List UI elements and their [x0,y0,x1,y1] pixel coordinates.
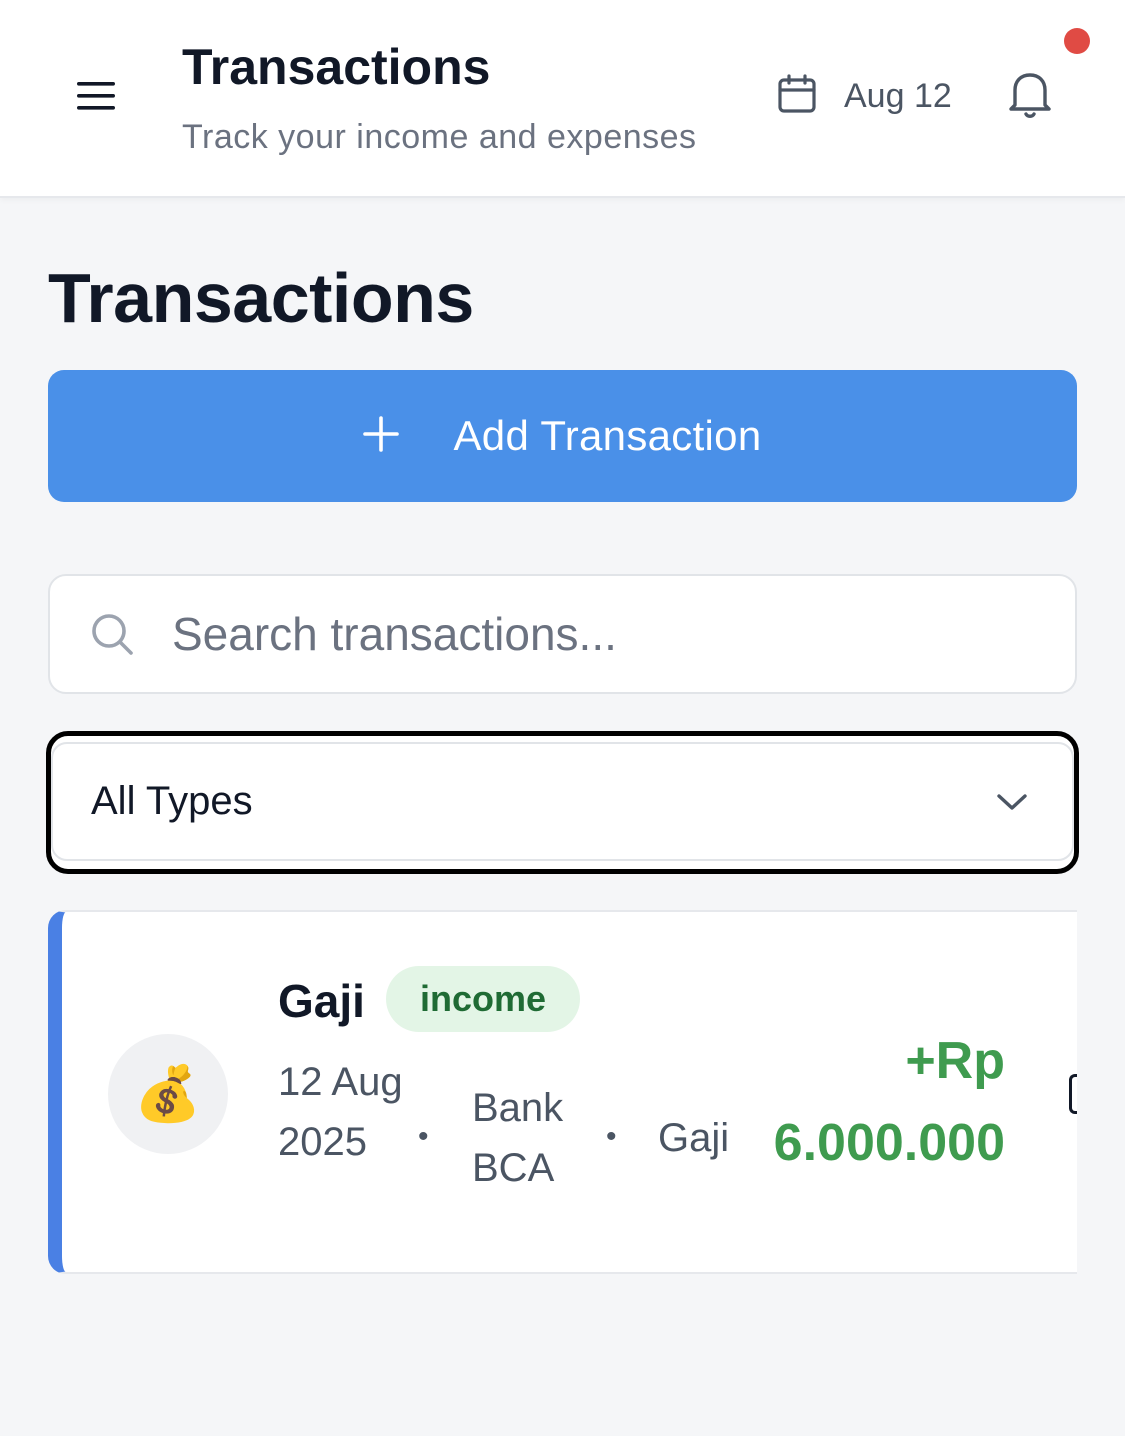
transaction-type-badge: income [386,966,581,1032]
amount-prefix: +Rp [905,1032,1005,1090]
transaction-category: Gaji [658,1116,730,1160]
card-action-button-edge[interactable] [1069,1074,1077,1114]
add-transaction-label: Add Transaction [453,412,762,459]
header-subtitle: Track your income and expenses [182,118,697,156]
transaction-account: Bank BCA [472,1086,564,1190]
chevron-down-icon [994,784,1030,820]
page-title: Transactions [48,259,474,337]
search-icon [88,610,136,658]
search-box [48,574,1077,694]
amount-value: 6.000.000 [773,1114,1005,1172]
transaction-date: 12 Aug 2025 [278,1060,403,1164]
transaction-card[interactable]: 💰 Gaji income 12 Aug 2025 • Bank BCA • G… [48,910,1077,1274]
date-label: Aug 12 [844,76,952,115]
header-title: Transactions [182,39,491,95]
type-filter-focus-ring: All Types [46,731,1079,874]
separator-dot: • [606,1120,617,1153]
bell-icon[interactable] [1002,66,1058,122]
notification-badge-dot [1064,28,1090,54]
date-selector[interactable]: Aug 12 [776,70,952,122]
separator-dot: • [418,1120,429,1153]
money-bag-icon: 💰 [108,1034,228,1154]
hamburger-menu-icon[interactable] [70,70,122,122]
type-filter-select[interactable]: All Types [51,742,1074,861]
transaction-name: Gaji [278,975,365,1027]
add-transaction-button[interactable]: Add Transaction [48,370,1077,502]
type-filter-value: All Types [91,779,253,823]
search-input[interactable] [172,607,1032,661]
plus-icon [363,407,400,461]
calendar-icon [776,73,818,120]
top-bar: Transactions Track your income and expen… [0,0,1125,198]
transaction-amount: +Rp 6.000.000 [774,1020,1005,1184]
